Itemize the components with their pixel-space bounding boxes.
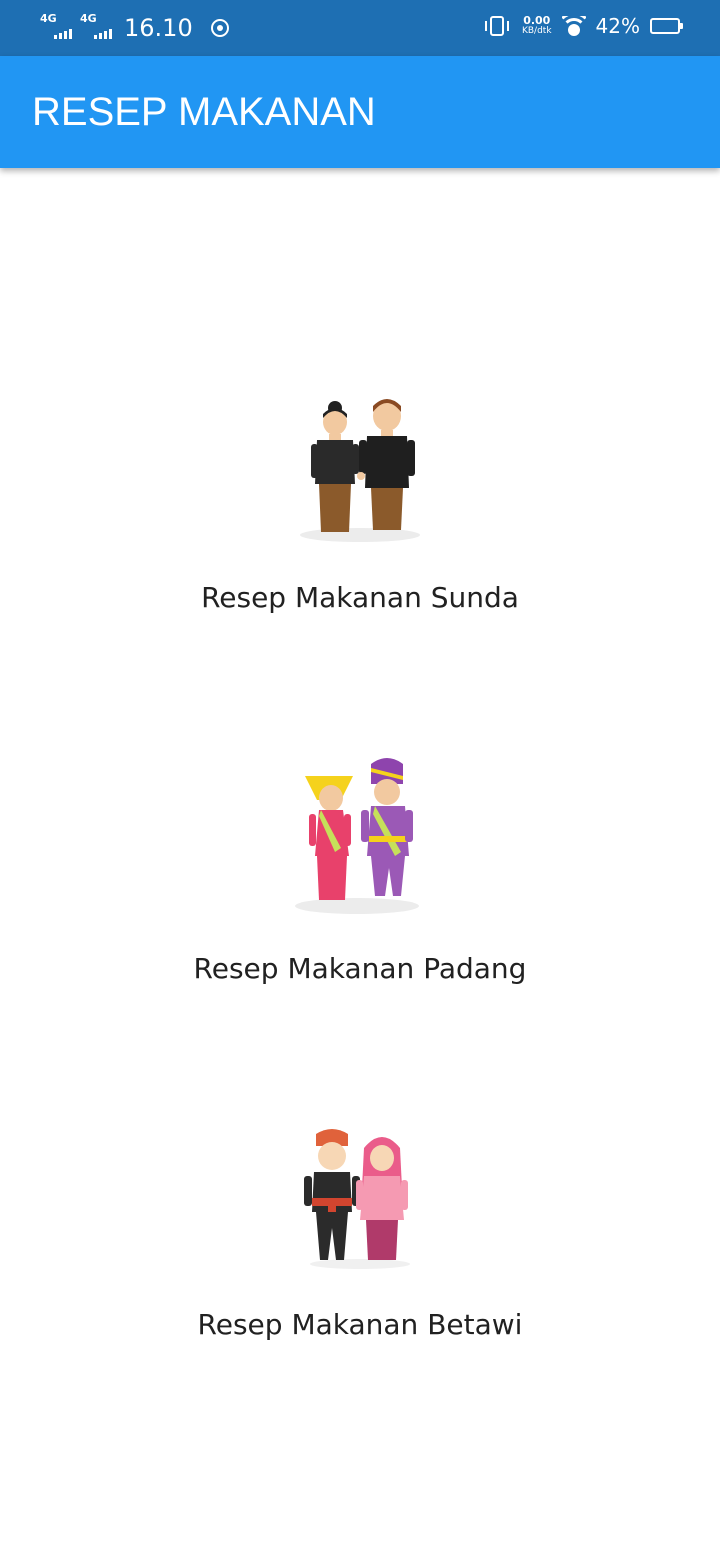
- signal-icon-2: 4G: [80, 12, 112, 39]
- battery-icon: [650, 18, 683, 34]
- network-type-1: 4G: [40, 12, 57, 25]
- betawi-couple-icon: [304, 1129, 410, 1269]
- app-bar: RESEP MAKANAN: [0, 56, 720, 168]
- sunda-couple-icon: [300, 399, 420, 542]
- signal-icon: 4G: [40, 12, 72, 39]
- battery-percent: 42%: [595, 14, 640, 38]
- status-left: 4G 4G 16.10: [40, 12, 229, 42]
- menu-item-label: Resep Makanan Betawi: [197, 1308, 523, 1341]
- status-right: 0.00 KB/dtk 42%: [484, 14, 683, 38]
- padang-couple-icon: [295, 758, 419, 914]
- menu-item-sunda[interactable]: Resep Makanan Sunda: [0, 392, 720, 614]
- clock: 16.10: [124, 14, 193, 42]
- menu-item-betawi[interactable]: Resep Makanan Betawi: [0, 1128, 720, 1341]
- menu-item-padang[interactable]: Resep Makanan Padang: [0, 756, 720, 985]
- wifi-icon: [561, 16, 586, 36]
- network-type-2: 4G: [80, 12, 97, 25]
- menu-item-label: Resep Makanan Padang: [193, 952, 527, 985]
- page-title: RESEP MAKANAN: [32, 90, 376, 134]
- speed-unit: KB/dtk: [521, 26, 552, 36]
- network-speed: 0.00 KB/dtk: [521, 14, 552, 36]
- speed-value: 0.00: [523, 14, 551, 27]
- whatsapp-icon: [210, 19, 229, 37]
- vibrate-icon: [484, 16, 509, 36]
- status-bar: 4G 4G 16.10 0.00 KB/dtk 42%: [0, 0, 720, 56]
- menu-item-label: Resep Makanan Sunda: [201, 581, 519, 614]
